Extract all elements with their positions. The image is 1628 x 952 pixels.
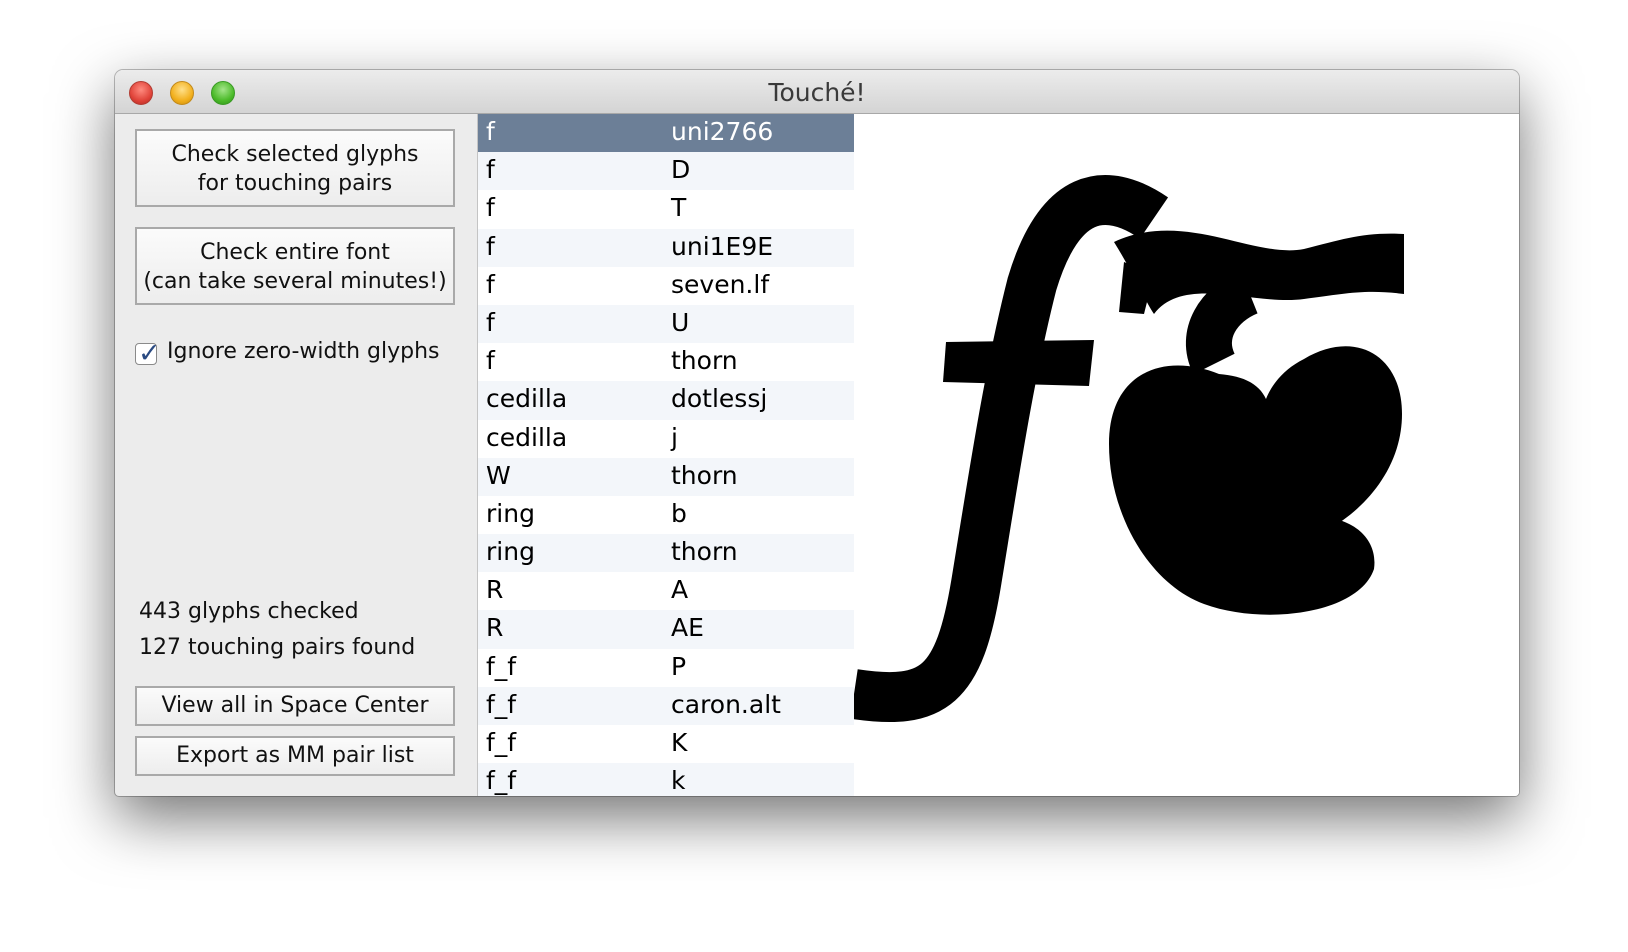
pair-list-row[interactable]: f thorn xyxy=(478,343,854,381)
pair-list-row[interactable]: f_f caron.alt xyxy=(478,686,854,725)
pair-list-row[interactable]: cedilla j xyxy=(478,420,854,458)
right-glyph-name: k xyxy=(671,766,686,796)
left-glyph-name: cedilla xyxy=(486,422,568,452)
title-bar: Touché! xyxy=(115,70,1519,114)
glyph-pair-canvas xyxy=(854,175,1404,722)
pair-list-row[interactable]: fT xyxy=(478,190,854,228)
left-glyph-name: f xyxy=(486,117,495,146)
pairs-found-status: 127 touching pairs found xyxy=(139,635,416,660)
right-glyph-name: uni1E9E xyxy=(671,231,774,261)
right-glyph-name: A xyxy=(671,575,689,605)
checkmark-icon: ✓ xyxy=(138,338,161,369)
right-glyph-name: b xyxy=(671,498,687,528)
glyph-pair-preview xyxy=(854,114,1519,796)
right-glyph-name: P xyxy=(671,651,687,681)
button-label-line2: (can take several minutes!) xyxy=(143,269,447,294)
button-label-line1: Check entire font xyxy=(200,240,390,265)
button-label: Export as MM pair list xyxy=(176,743,414,768)
left-glyph-f xyxy=(854,175,1169,722)
right-glyph-name: U xyxy=(671,307,690,337)
pair-list-row[interactable]: f_f P xyxy=(478,649,854,687)
pair-list-row[interactable]: Wthorn xyxy=(478,457,854,496)
left-glyph-name: R xyxy=(486,613,504,643)
touche-window: Touché! Check selected glyphs for touchi… xyxy=(115,70,1519,796)
pair-list-row[interactable]: f_f k xyxy=(478,763,854,796)
right-glyph-name: uni2766 xyxy=(671,117,774,146)
right-glyph-name: dotlessj xyxy=(671,384,768,414)
glyphs-checked-status: 443 glyphs checked xyxy=(139,599,359,624)
button-label-line1: Check selected glyphs xyxy=(171,142,419,167)
left-glyph-name: ring xyxy=(486,537,535,567)
right-glyph-name: thorn xyxy=(671,460,738,490)
pair-list-row[interactable]: f uni1E9E xyxy=(478,228,854,267)
right-glyph-name: caron.alt xyxy=(671,689,781,719)
left-glyph-name: cedilla xyxy=(486,384,568,414)
left-glyph-name: f xyxy=(486,346,495,376)
right-glyph-name: AE xyxy=(671,613,704,643)
right-glyph-name: K xyxy=(671,728,688,757)
view-all-space-center-button[interactable]: View all in Space Center xyxy=(135,686,455,726)
pair-list-row[interactable]: f seven.lf xyxy=(478,267,854,305)
pair-list-row[interactable]: ring b xyxy=(478,496,854,534)
left-glyph-name: f_f xyxy=(486,766,517,796)
ignore-zero-width-label: Ignore zero-width glyphs xyxy=(167,339,440,364)
left-glyph-name: f xyxy=(486,231,495,261)
left-glyph-name: ring xyxy=(486,498,535,528)
button-label: View all in Space Center xyxy=(161,693,429,718)
pair-list-row[interactable]: f uni2766 xyxy=(478,114,854,153)
right-glyph-name: thorn xyxy=(671,537,738,567)
pair-list-row[interactable]: R AE xyxy=(478,610,854,649)
export-mm-pair-list-button[interactable]: Export as MM pair list xyxy=(135,736,455,776)
pair-list-row[interactable]: fD xyxy=(478,152,854,191)
window-title: Touché! xyxy=(768,78,866,107)
left-glyph-name: f xyxy=(486,155,495,185)
right-glyph-name: D xyxy=(671,155,691,185)
right-glyph-name: thorn xyxy=(671,346,738,376)
button-label-line2: for touching pairs xyxy=(197,171,393,196)
pair-list-row[interactable]: RA xyxy=(478,572,854,610)
left-glyph-name: f_f xyxy=(486,689,517,719)
left-glyph-name: f xyxy=(486,193,495,223)
check-entire-font-button[interactable]: Check entire font (can take several minu… xyxy=(135,227,455,305)
pair-list-row[interactable]: cedilla dotlessj xyxy=(478,381,854,420)
pair-list-row[interactable]: f_f K xyxy=(478,725,854,763)
touching-pairs-list[interactable]: f uni2766 f Df Tf uni1E9E f seven.lf f Uf thorn ced… xyxy=(477,114,855,796)
right-glyph-name: seven.lf xyxy=(671,269,770,299)
checkbox-box[interactable]: ✓ xyxy=(135,338,161,369)
pair-list-row[interactable]: fU xyxy=(478,304,854,344)
left-glyph-name: f_f xyxy=(486,728,517,757)
right-glyph-name: T xyxy=(671,193,687,223)
pair-list-row[interactable]: ring thorn xyxy=(478,534,854,573)
left-glyph-name: f xyxy=(486,269,495,299)
right-glyph-uni2766 xyxy=(1109,230,1404,615)
right-glyph-name: j xyxy=(671,422,678,452)
left-glyph-name: f xyxy=(486,307,495,337)
left-glyph-name: R xyxy=(486,575,504,605)
left-glyph-name: W xyxy=(486,460,511,490)
left-glyph-name: f_f xyxy=(486,651,517,681)
control-panel: Check selected glyphs for touching pairs… xyxy=(115,114,477,796)
check-selected-glyphs-button[interactable]: Check selected glyphs for touching pairs xyxy=(135,129,455,207)
